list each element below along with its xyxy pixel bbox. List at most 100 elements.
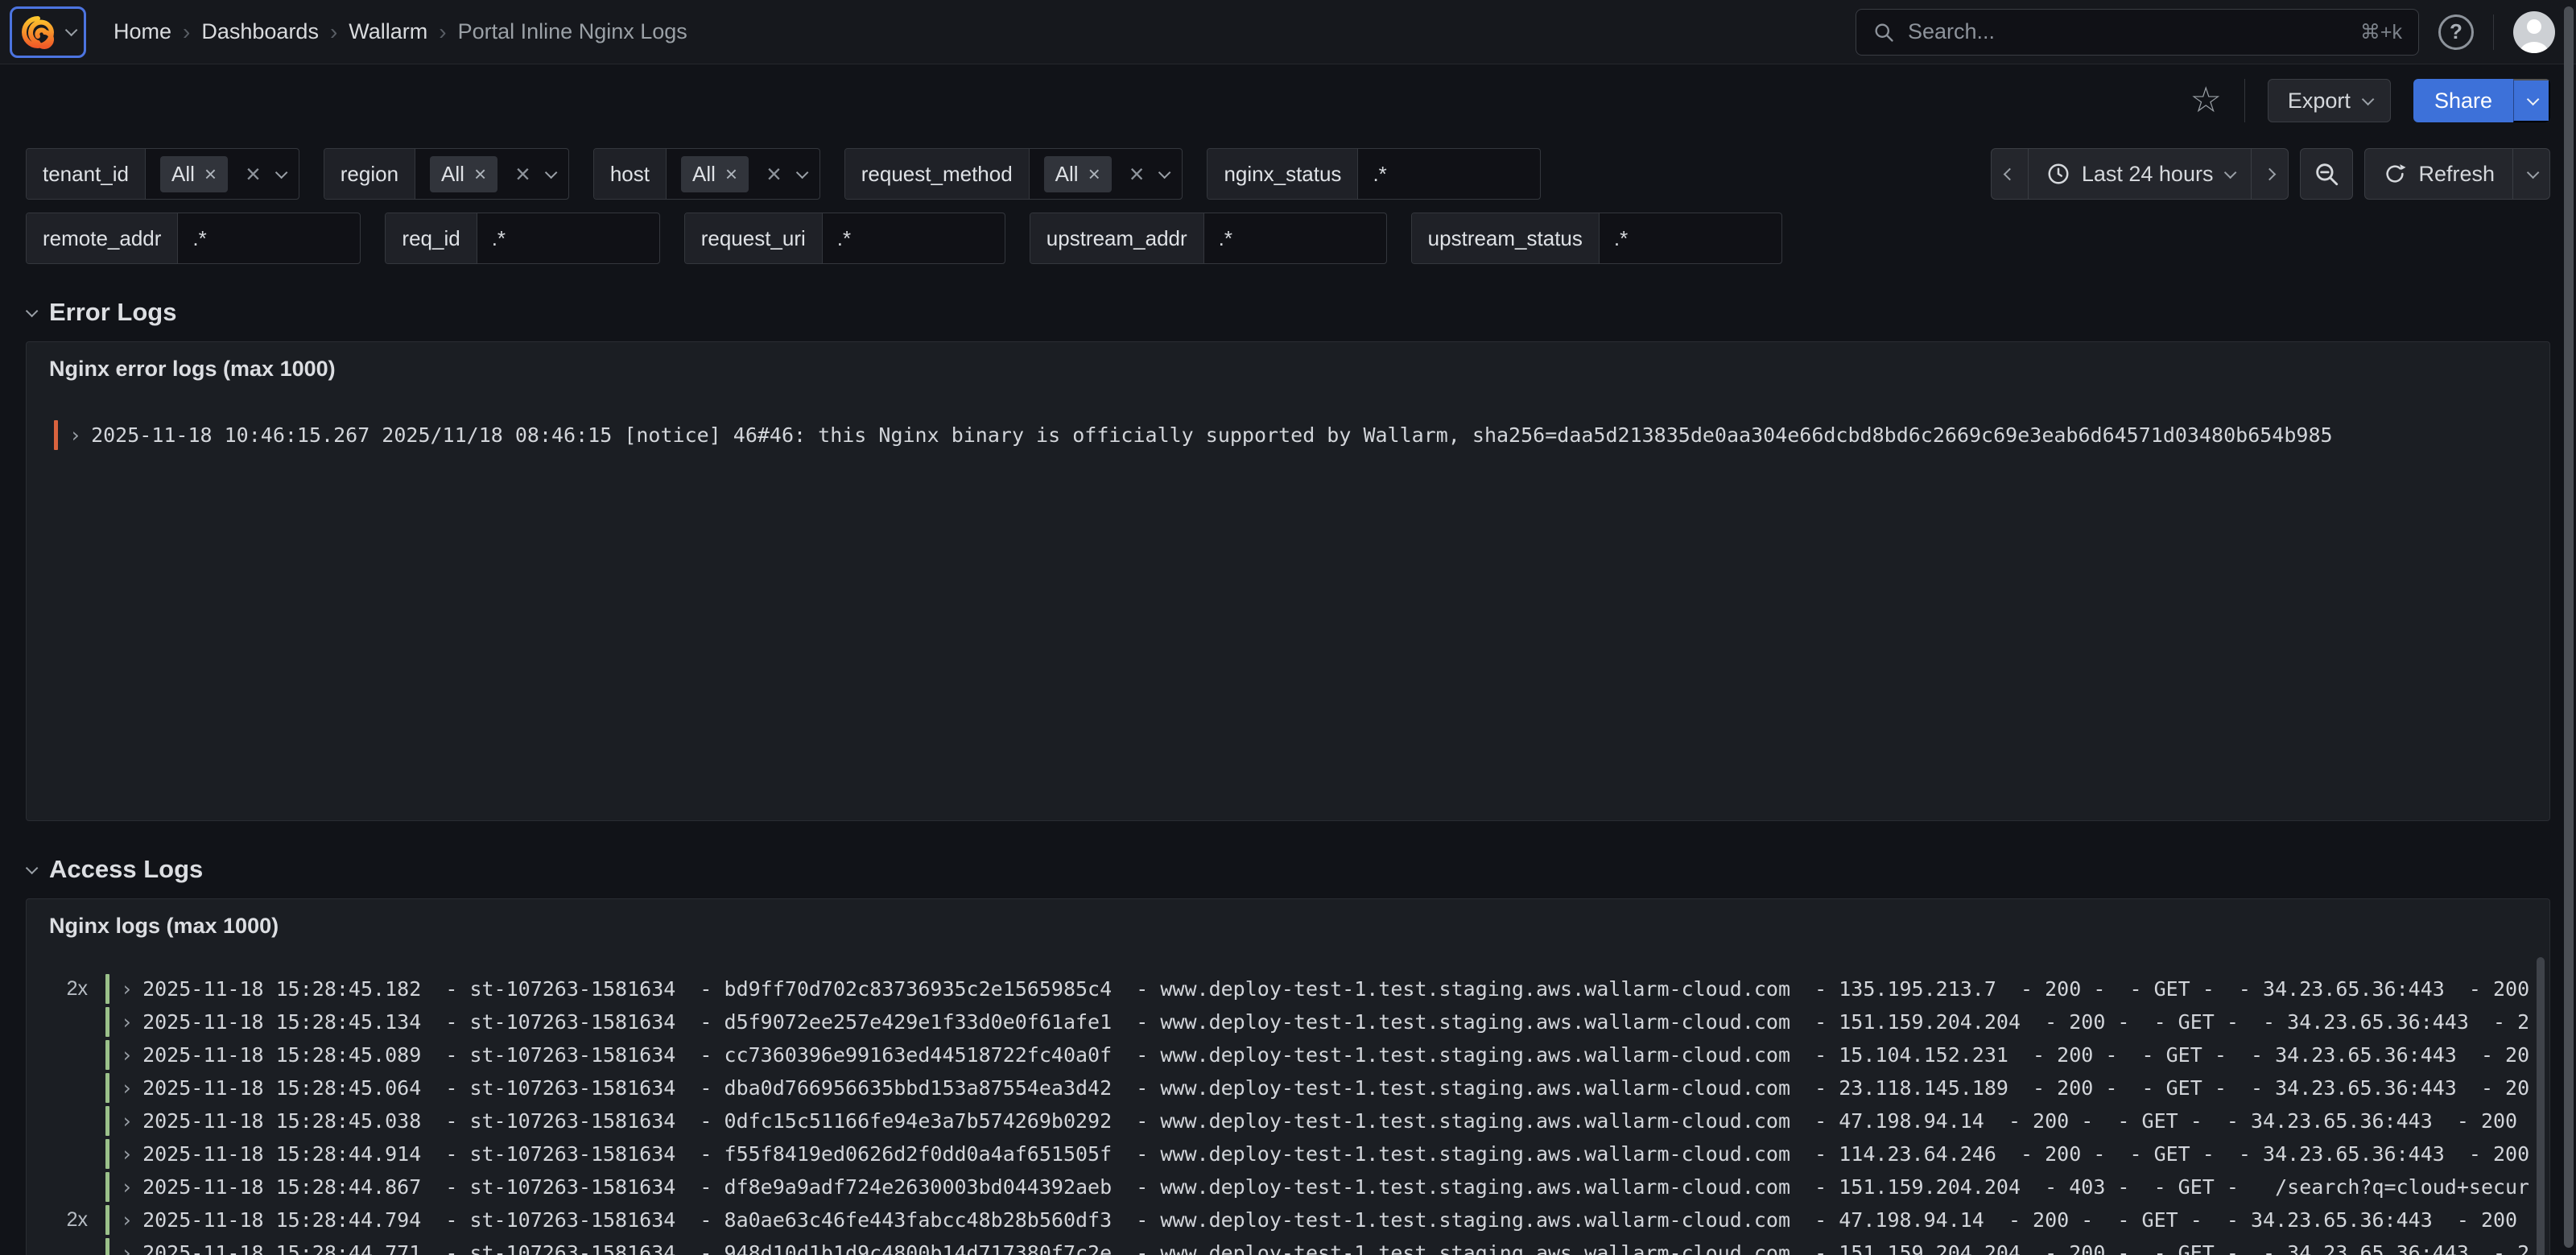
log-text: 2025-11-18 15:28:45.182 - st-107263-1581… <box>142 977 2529 1001</box>
log-row[interactable]: 2025-11-18 15:28:45.038 - st-107263-1581… <box>36 1104 2529 1137</box>
panel-title[interactable]: Nginx error logs (max 1000) <box>27 342 2549 396</box>
search-icon <box>1872 21 1895 43</box>
log-text: 2025-11-18 15:28:44.914 - st-107263-1581… <box>142 1142 2529 1166</box>
log-row[interactable]: 2x 2025-11-18 15:28:44.794 - st-107263-1… <box>36 1203 2529 1236</box>
refresh-icon <box>2383 162 2407 186</box>
error-logs-section-toggle[interactable]: Error Logs <box>0 295 2576 330</box>
selected-value-pill[interactable]: All <box>1044 156 1112 192</box>
remove-value-icon[interactable] <box>725 162 737 187</box>
chevron-down-icon <box>2527 166 2540 179</box>
variable-filter: remote_addr .* .* <box>26 213 361 264</box>
grafana-logo-icon <box>19 13 57 52</box>
clear-selection-icon[interactable] <box>1129 161 1145 187</box>
panel-title[interactable]: Nginx logs (max 1000) <box>27 899 2549 953</box>
filter-text-value[interactable]: .* <box>492 226 506 251</box>
clear-selection-icon[interactable] <box>766 161 782 187</box>
section-title: Error Logs <box>49 298 176 327</box>
log-row[interactable]: 2025-11-18 10:46:15.267 2025/11/18 08:46… <box>54 419 2533 452</box>
filter-label: region <box>324 149 415 199</box>
dropdown-caret[interactable] <box>545 170 554 179</box>
variable-filter: request_method All All <box>844 148 1183 200</box>
favorite-star-icon[interactable] <box>2190 83 2221 118</box>
expand-log-icon[interactable] <box>121 1109 133 1133</box>
log-level-bar <box>54 420 58 450</box>
clear-selection-icon[interactable] <box>515 161 530 187</box>
remove-value-icon[interactable] <box>204 162 217 187</box>
refresh-interval-button[interactable] <box>2513 149 2549 199</box>
log-row[interactable]: 2025-11-18 15:28:44.867 - st-107263-1581… <box>36 1170 2529 1203</box>
filter-text-value[interactable]: .* <box>1373 162 1386 187</box>
access-logs-section-toggle[interactable]: Access Logs <box>0 852 2576 887</box>
expand-log-icon[interactable] <box>121 1142 133 1166</box>
log-row[interactable]: 2025-11-18 15:28:45.089 - st-107263-1581… <box>36 1038 2529 1071</box>
export-button[interactable]: Export <box>2268 79 2391 122</box>
log-row[interactable]: 2025-11-18 15:28:44.914 - st-107263-1581… <box>36 1137 2529 1170</box>
filter-text-value[interactable]: .* <box>192 226 206 251</box>
log-row[interactable]: 2025-11-18 15:28:44.771 - st-107263-1581… <box>36 1236 2529 1255</box>
log-level-bar <box>105 1172 109 1202</box>
chevron-down-icon <box>2362 93 2375 105</box>
grafana-menu-button[interactable] <box>10 6 86 58</box>
breadcrumb-item[interactable]: Home <box>107 19 190 45</box>
expand-log-icon[interactable] <box>121 1175 133 1199</box>
avatar[interactable] <box>2513 11 2555 53</box>
share-options-button[interactable] <box>2513 79 2550 122</box>
remove-value-icon[interactable] <box>1088 162 1100 187</box>
chevron-down-icon <box>65 24 78 37</box>
access-logs-panel: Nginx logs (max 1000) 2x 2025-11-18 15:2… <box>26 898 2550 1255</box>
export-button-label: Export <box>2288 89 2351 114</box>
filter-text-value[interactable]: .* <box>1614 226 1628 251</box>
variable-filter: region All All <box>324 148 569 200</box>
filter-text-value[interactable]: .* <box>837 226 851 251</box>
time-controls: Last 24 hours <box>1991 148 2550 200</box>
clear-selection-icon[interactable] <box>246 161 261 187</box>
collapse-chevron-icon <box>26 304 39 317</box>
panel-scrollbar[interactable] <box>2537 957 2545 1255</box>
breadcrumb-item[interactable]: Wallarm <box>342 19 446 45</box>
selected-value-pill[interactable]: All <box>430 156 497 192</box>
breadcrumb-item[interactable]: Portal Inline Nginx Logs <box>452 19 694 44</box>
time-shift-back-button[interactable] <box>1992 149 2029 199</box>
filter-text-value[interactable]: .* <box>1219 226 1232 251</box>
log-text: 2025-11-18 15:28:44.771 - st-107263-1581… <box>142 1241 2529 1255</box>
expand-log-icon[interactable] <box>121 1076 133 1100</box>
log-row[interactable]: 2x 2025-11-18 15:28:45.182 - st-107263-1… <box>36 972 2529 1005</box>
expand-log-icon[interactable] <box>69 423 81 447</box>
duplicate-count: 2x <box>36 1208 88 1232</box>
collapse-chevron-icon <box>26 861 39 874</box>
zoom-out-time-button[interactable] <box>2300 148 2353 200</box>
time-shift-forward-button[interactable] <box>2252 149 2288 199</box>
refresh-button[interactable]: Refresh <box>2365 149 2513 199</box>
log-level-bar <box>105 1238 109 1255</box>
section-title: Access Logs <box>49 855 203 884</box>
log-row[interactable]: 2025-11-18 15:28:45.064 - st-107263-1581… <box>36 1071 2529 1104</box>
dropdown-caret[interactable] <box>796 170 805 179</box>
filter-label: req_id <box>386 213 477 263</box>
expand-log-icon[interactable] <box>121 1208 133 1232</box>
filter-row-2: remote_addr .* .* req_id <box>26 213 1782 264</box>
expand-log-icon[interactable] <box>121 1010 133 1034</box>
dashboard-variables: tenant_id All All region <box>0 137 2576 264</box>
help-icon[interactable] <box>2438 14 2474 50</box>
selected-value-pill[interactable]: All <box>160 156 228 192</box>
dropdown-caret[interactable] <box>1158 170 1167 179</box>
filter-label: host <box>594 149 667 199</box>
expand-log-icon[interactable] <box>121 977 133 1001</box>
expand-log-icon[interactable] <box>121 1043 133 1067</box>
chevron-right-icon <box>2264 167 2277 180</box>
time-range-picker-button[interactable]: Last 24 hours <box>2029 149 2252 199</box>
chevron-down-icon <box>2527 93 2540 105</box>
dashboard-actions-toolbar: Export Share <box>0 64 2576 137</box>
filter-label: upstream_addr <box>1030 213 1204 263</box>
search-input[interactable]: Search... ⌘+k <box>1856 9 2419 56</box>
page-scrollbar[interactable] <box>2564 6 2574 1248</box>
remove-value-icon[interactable] <box>474 162 486 187</box>
breadcrumb-item[interactable]: Dashboards <box>195 19 337 45</box>
selected-value-pill[interactable]: All <box>681 156 749 192</box>
dropdown-caret[interactable] <box>275 170 284 179</box>
expand-log-icon[interactable] <box>121 1241 133 1255</box>
log-row[interactable]: 2025-11-18 15:28:45.134 - st-107263-1581… <box>36 1005 2529 1038</box>
variable-filter: req_id .* .* <box>385 213 659 264</box>
pill-label: All <box>692 162 716 187</box>
share-button[interactable]: Share <box>2413 79 2513 122</box>
